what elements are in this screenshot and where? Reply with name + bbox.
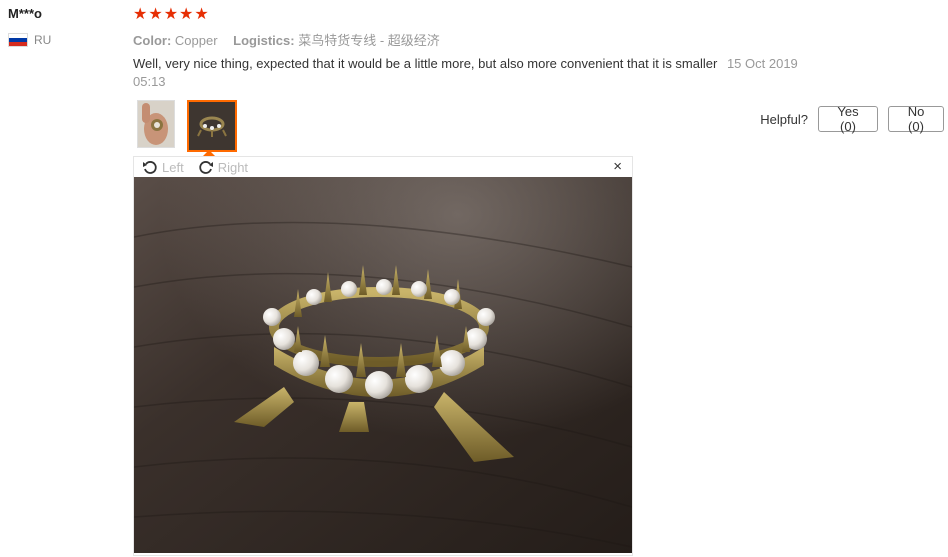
helpful-section: Helpful? Yes (0) No (0) [760,104,944,134]
color-label: Color: [133,33,172,48]
star-icon: ★ [133,6,148,23]
color-value: Copper [174,33,218,48]
review-time: 05:13 [133,74,166,89]
star-icon: ★ [179,6,194,23]
star-rating: ★ ★ ★ ★ ★ [133,6,209,24]
photo-thumbnails [137,100,237,152]
rotate-left-label: Left [162,159,184,175]
reviewer-country: RU [8,33,51,47]
star-icon: ★ [163,6,179,23]
review-photo [134,177,632,553]
rotate-right-icon [199,161,213,174]
country-code: RU [34,33,52,47]
helpful-label: Helpful? [760,111,808,127]
rotate-left-icon [143,161,157,174]
helpful-no-button[interactable]: No (0) [888,104,944,134]
reviewer-name: M***o [8,6,42,21]
photo-thumbnail-1[interactable] [137,100,175,148]
russia-flag-icon [8,33,28,47]
logistics-label: Logistics: [233,33,295,48]
viewer-toolbar: Left Right × [134,157,632,177]
rotate-right-label: Right [217,159,249,175]
logistics-value: 菜鸟特货专线 - 超级经济 [298,33,440,48]
review-date: 15 Oct 2019 [726,56,798,71]
close-viewer-button[interactable]: × [613,158,622,175]
star-icon: ★ [148,6,163,23]
rotate-right-button[interactable]: Right [198,159,248,175]
helpful-yes-button[interactable]: Yes (0) [818,104,878,134]
review-text: Well, very nice thing, expected that it … [133,56,718,71]
order-attributes: Color: Copper Logistics: 菜鸟特货专线 - 超级经济 [133,30,452,49]
photo-viewer: Left Right × [133,156,633,556]
review-body: Well, very nice thing, expected that it … [133,55,853,91]
rotate-left-button[interactable]: Left [142,159,184,175]
photo-thumbnail-2[interactable] [187,100,237,152]
star-icon: ★ [194,6,209,23]
